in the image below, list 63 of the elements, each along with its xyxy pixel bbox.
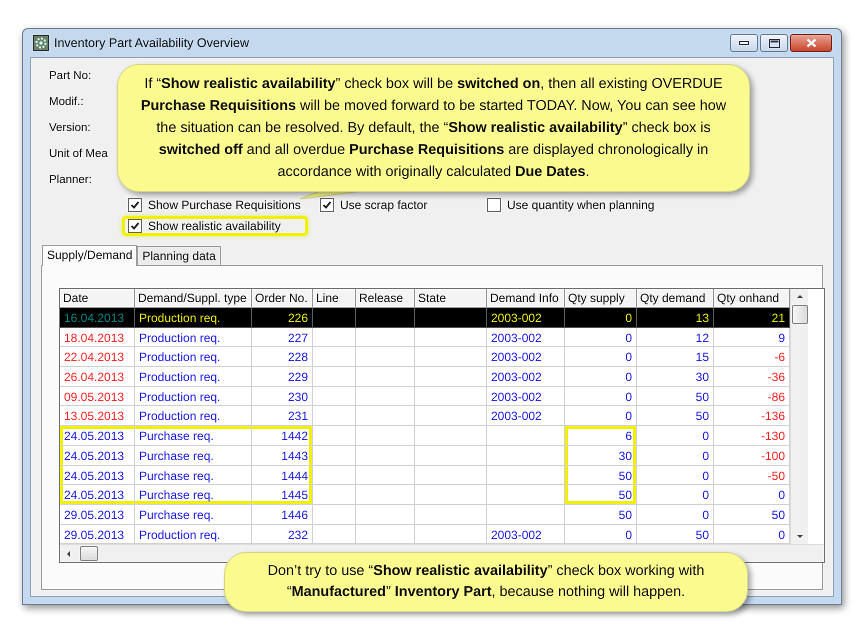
field-label: Part No:	[49, 69, 92, 83]
app-icon	[33, 35, 49, 51]
minimize-icon	[739, 41, 749, 45]
note-tooltip: Don’t try to use “Show realistic availability” check box working with “Manufactured” Inventory Part, because nothing will happen.	[224, 552, 748, 612]
column-header[interactable]: Qty demand	[637, 289, 714, 308]
column-header[interactable]: Demand/Suppl. type	[135, 289, 252, 308]
table-cell: 30	[565, 446, 637, 466]
table-row[interactable]: 24.05.2013 Purchase req. 1444 50 0 -50	[60, 466, 790, 486]
table-row[interactable]: 29.05.2013 Purchase req. 1446 50 0 50	[60, 504, 790, 525]
table-cell: 50	[565, 485, 637, 505]
checkbox-label[interactable]: Show Purchase Requisitions	[148, 198, 301, 212]
tab[interactable]: Supply/Demand	[42, 245, 138, 266]
field-label: Modif.:	[49, 95, 84, 109]
column-header[interactable]: Line	[313, 289, 356, 308]
table-cell: Purchase req.	[135, 426, 252, 446]
scroll-thumb[interactable]	[80, 546, 98, 562]
table-row[interactable]: 22.04.2013 Production req. 228 2003-002 0 15 -6	[60, 347, 790, 368]
table-row[interactable]: 24.05.2013 Purchase req. 1445 50 0 0	[60, 485, 790, 505]
table-row[interactable]: 29.05.2013 Production req. 232 2003-002 0 50 0	[60, 524, 790, 544]
table-cell: 231	[252, 406, 313, 426]
maximize-icon	[768, 38, 780, 48]
table-cell: 0	[565, 406, 637, 426]
column-header[interactable]: Order No.	[252, 289, 313, 308]
table-cell: 1445	[252, 485, 313, 505]
checkbox-label[interactable]: Use scrap factor	[340, 198, 428, 212]
field-label: Unit of Mea	[49, 147, 108, 161]
table-cell: Purchase req.	[135, 485, 252, 505]
checkbox[interactable]	[128, 219, 142, 233]
close-icon	[806, 38, 816, 48]
checkbox-label[interactable]: Show realistic availability	[148, 219, 281, 233]
table-cell: 24.05.2013	[60, 426, 135, 446]
column-header[interactable]: Qty supply	[565, 289, 637, 308]
checkbox[interactable]	[487, 198, 501, 212]
scroll-thumb[interactable]	[792, 305, 808, 324]
minimize-button[interactable]	[730, 34, 758, 52]
table-cell: 50	[565, 466, 637, 486]
tab[interactable]: Planning data	[137, 246, 221, 265]
table-row[interactable]: 24.05.2013 Purchase req. 1442 6 0 -130	[60, 426, 790, 446]
checkbox[interactable]	[128, 198, 142, 212]
checkbox-label[interactable]: Use quantity when planning	[507, 198, 654, 212]
table-row[interactable]: 09.05.2013 Production req. 230 2003-002 0 50 -86	[60, 386, 790, 406]
field-label: Version:	[49, 121, 91, 135]
table-row[interactable]: 13.05.2013 Production req. 231 2003-002 0 50 -136	[60, 406, 790, 426]
table-row[interactable]: 24.05.2013 Purchase req. 1443 30 0 -100	[60, 446, 790, 466]
table-cell: Production req.	[135, 406, 252, 426]
table-cell: 13.05.2013	[60, 406, 135, 426]
table-cell: 24.05.2013	[60, 485, 135, 505]
table-cell: 1442	[252, 426, 313, 446]
vertical-scrollbar[interactable]	[790, 289, 808, 544]
column-header[interactable]: State	[415, 289, 487, 308]
table-row[interactable]: 26.04.2013 Production req. 229 2003-002 0 30 -36	[60, 367, 790, 387]
table-cell: 6	[565, 426, 637, 446]
field-label: Planner:	[49, 173, 92, 187]
table-row[interactable]: 16.04.2013 Production req. 226 2003-002 0 13 21	[60, 308, 790, 328]
checkbox[interactable]	[320, 198, 334, 212]
column-header[interactable]: Date	[60, 289, 135, 308]
column-header[interactable]: Demand Info	[487, 289, 565, 308]
window-title: Inventory Part Availability Overview	[54, 36, 250, 50]
column-header[interactable]: Qty onhand	[714, 289, 790, 308]
maximize-button[interactable]	[760, 34, 788, 52]
table-row[interactable]: 18.04.2013 Production req. 227 2003-002 0 12 9	[60, 328, 790, 348]
close-button[interactable]	[790, 34, 832, 52]
column-header[interactable]: Release	[356, 289, 415, 308]
